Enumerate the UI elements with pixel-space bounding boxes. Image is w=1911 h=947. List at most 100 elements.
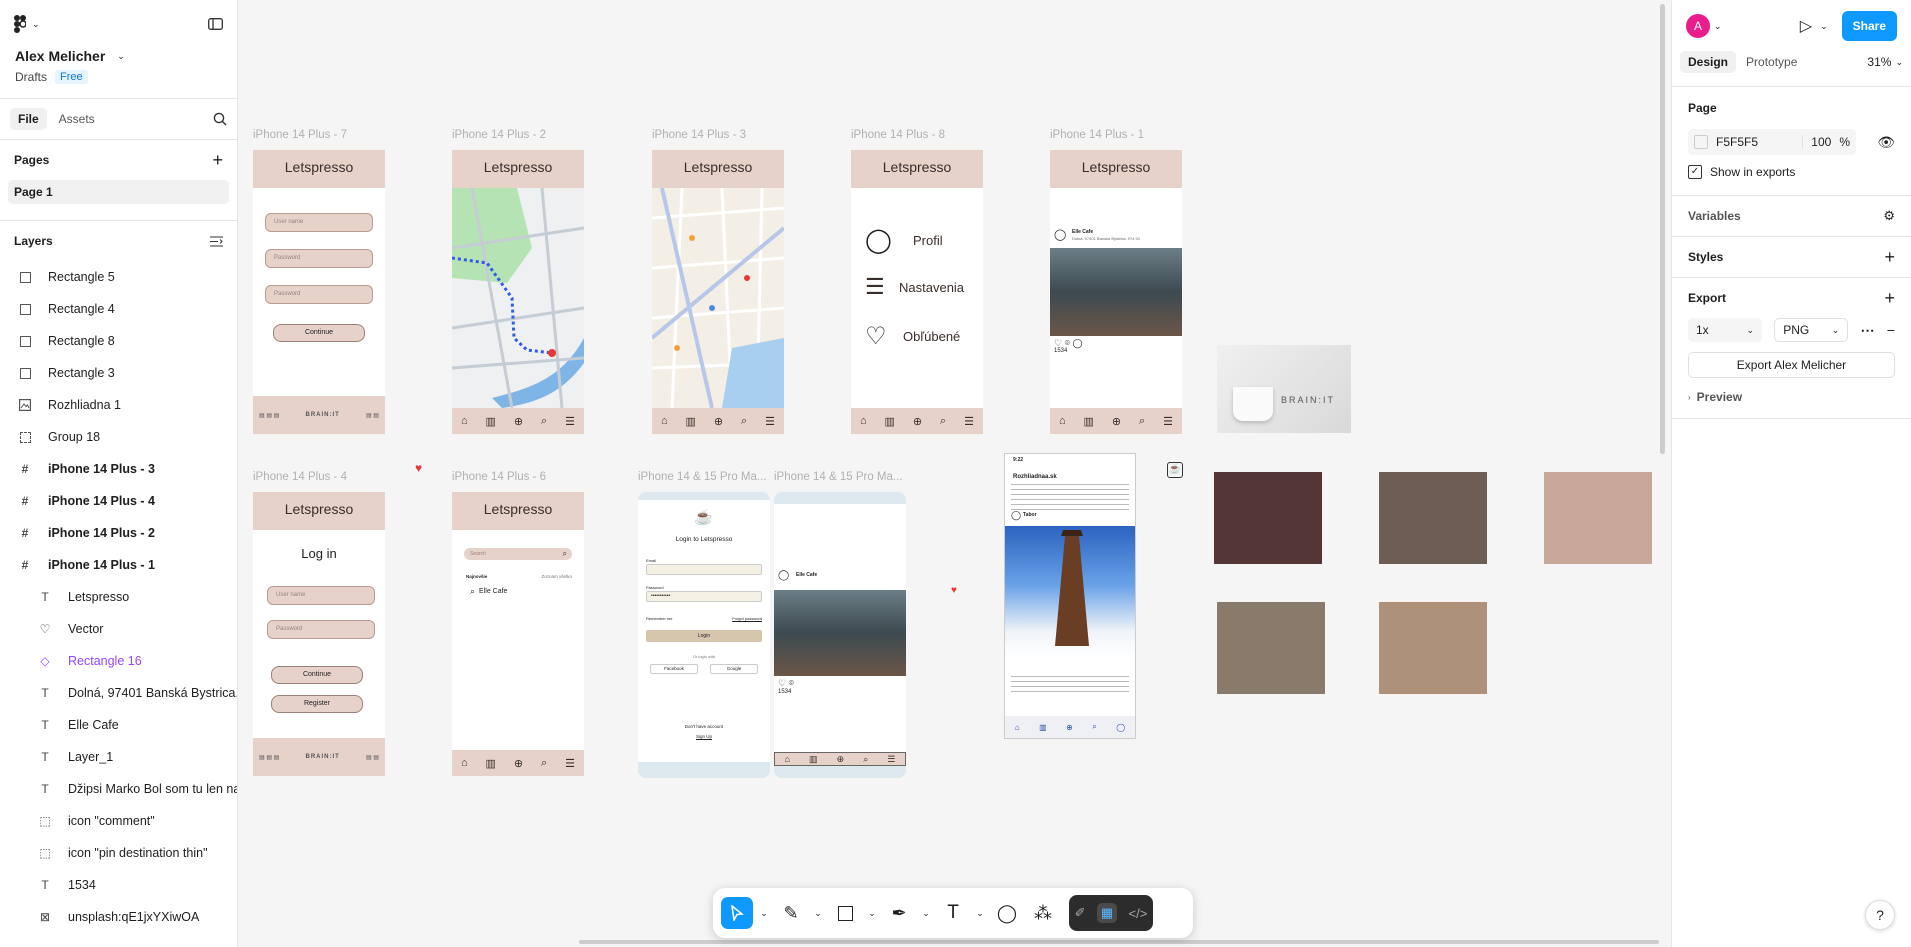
layer-item[interactable]: # iPhone 14 Plus - 1 bbox=[0, 549, 237, 581]
menu-nastavenia[interactable]: ☰ Nastavenia bbox=[865, 274, 964, 300]
layer-item[interactable]: T Elle Cafe bbox=[0, 709, 237, 741]
frame-map-route[interactable]: Letspresso ⌂ ▥ ⊕ ⌕ ☰ bbox=[452, 150, 584, 434]
search-field[interactable]: Search ⌕ bbox=[464, 548, 572, 560]
frame-label[interactable]: iPhone 14 Plus - 3 bbox=[652, 129, 746, 141]
chevron-down-icon[interactable]: ⌄ bbox=[1820, 21, 1828, 32]
show-in-exports[interactable]: ✓ Show in exports bbox=[1688, 165, 1895, 179]
sidebar-toggle-icon[interactable] bbox=[208, 18, 223, 30]
share-button[interactable]: Share bbox=[1841, 11, 1897, 41]
search-result-item[interactable]: ⌕ Elle Cafe bbox=[470, 586, 507, 597]
color-swatch-5[interactable] bbox=[1379, 602, 1487, 694]
home-icon[interactable]: ⌂ bbox=[461, 415, 468, 427]
tab-assets[interactable]: Assets bbox=[47, 108, 107, 130]
draw-mode-icon[interactable]: ✐ bbox=[1075, 905, 1086, 921]
continue-button[interactable]: Continue bbox=[273, 324, 365, 342]
search-icon[interactable]: ⌕ bbox=[741, 415, 747, 428]
chevron-down-icon[interactable]: ⌄ bbox=[811, 908, 825, 919]
layer-item[interactable]: # iPhone 14 Plus - 4 bbox=[0, 485, 237, 517]
home-icon[interactable]: ⌂ bbox=[461, 757, 468, 769]
layer-item[interactable]: T 1534 bbox=[0, 869, 237, 901]
layer-item[interactable]: # iPhone 14 Plus - 2 bbox=[0, 517, 237, 549]
add-icon[interactable]: ⊕ bbox=[1112, 415, 1121, 428]
email-input[interactable] bbox=[646, 564, 762, 575]
login-button[interactable]: Login bbox=[646, 630, 762, 642]
home-icon[interactable]: ⌂ bbox=[860, 415, 867, 427]
layer-item[interactable]: # iPhone 14 Plus - 3 bbox=[0, 453, 237, 485]
tab-design[interactable]: Design bbox=[1680, 51, 1737, 73]
menu-icon[interactable]: ☰ bbox=[565, 757, 575, 770]
frame-label[interactable]: iPhone 14 Plus - 8 bbox=[851, 129, 945, 141]
home-icon[interactable]: ⌂ bbox=[1059, 415, 1066, 427]
layer-item-selected[interactable]: ◇ Rectangle 16 bbox=[0, 645, 237, 677]
menu-icon[interactable]: ☰ bbox=[964, 415, 974, 428]
frame-label[interactable]: iPhone 14 Plus - 2 bbox=[452, 129, 546, 141]
chevron-down-icon[interactable]: ⌄ bbox=[757, 908, 771, 919]
map-icon[interactable]: ▥ bbox=[486, 757, 496, 770]
variables-sliders-icon[interactable]: ⚙ bbox=[1883, 208, 1895, 224]
frame-label[interactable]: iPhone 14 Plus - 4 bbox=[253, 471, 347, 483]
password-field[interactable]: Password bbox=[265, 249, 373, 268]
brainit-image[interactable]: BRAIN:IT bbox=[1217, 345, 1351, 433]
frame-login-continue[interactable]: Letspresso User name Password Password C… bbox=[253, 150, 385, 434]
google-button[interactable]: Google bbox=[710, 664, 758, 674]
design-canvas[interactable]: iPhone 14 Plus - 7 Letspresso User name … bbox=[239, 0, 1671, 947]
frame-label[interactable]: iPhone 14 Plus - 7 bbox=[253, 129, 347, 141]
move-tool[interactable] bbox=[721, 897, 753, 929]
tab-file[interactable]: File bbox=[10, 108, 47, 130]
more-options-icon[interactable]: ⋯ bbox=[1861, 322, 1875, 339]
user-avatar-menu[interactable]: A ⌄ bbox=[1686, 14, 1722, 38]
chevron-down-icon[interactable]: ⌄ bbox=[865, 908, 879, 919]
color-swatch-2[interactable] bbox=[1379, 472, 1487, 564]
rozhliadna-screenshot[interactable]: 9:22 Rozhliadnaa.sk ◯ Tabor ⌂ ▥ ⊕ ⌕ ◯ bbox=[1004, 453, 1136, 739]
export-format-select[interactable]: PNG ⌄ bbox=[1774, 318, 1849, 342]
map-icon[interactable]: ▥ bbox=[686, 415, 696, 428]
home-icon[interactable]: ⌂ bbox=[661, 415, 668, 427]
layer-item[interactable]: ⬚ icon "pin destination thin" bbox=[0, 837, 237, 869]
add-icon[interactable]: ⊕ bbox=[913, 415, 922, 428]
color-swatch-3[interactable] bbox=[1544, 472, 1652, 564]
heart-icon[interactable]: ♥ bbox=[415, 461, 422, 475]
frame-menu[interactable]: Letspresso ◯ Profil ☰ Nastavenia ♡ Obľúbené… bbox=[851, 150, 983, 434]
search-icon[interactable]: ⌕ bbox=[541, 415, 547, 428]
map-icon[interactable]: ▥ bbox=[885, 415, 895, 428]
text-tool-icon[interactable]: T bbox=[937, 902, 969, 924]
add-icon[interactable]: ⊕ bbox=[514, 415, 523, 428]
username-field[interactable]: User name bbox=[267, 586, 375, 605]
collapse-layers-icon[interactable] bbox=[210, 236, 223, 247]
search-icon[interactable]: ⌕ bbox=[940, 415, 946, 428]
logo-icon[interactable]: ☕ bbox=[1167, 462, 1183, 478]
home-icon[interactable]: ⌂ bbox=[785, 754, 790, 764]
home-icon[interactable]: ⌂ bbox=[1015, 723, 1020, 732]
add-icon[interactable]: ⊕ bbox=[514, 757, 523, 770]
username-field[interactable]: User name bbox=[265, 213, 373, 232]
layer-item[interactable]: Group 18 bbox=[0, 421, 237, 453]
menu-profil[interactable]: ◯ Profil bbox=[865, 226, 943, 255]
map-icon[interactable]: ▥ bbox=[1084, 415, 1094, 428]
present-play-icon[interactable]: ▷ bbox=[1800, 16, 1812, 36]
frame-cafe-post[interactable]: Letspresso ◯ Elle Cafe Dolná, 97401 Bans… bbox=[1050, 150, 1182, 434]
eye-icon[interactable]: 👁 bbox=[1877, 134, 1895, 151]
frame-search[interactable]: Letspresso Search ⌕ Najnovšie Zoznam všet… bbox=[452, 492, 584, 776]
add-icon[interactable]: ⊕ bbox=[837, 754, 845, 765]
search-icon[interactable]: ⌕ bbox=[1092, 722, 1096, 732]
register-button[interactable]: Register bbox=[271, 695, 363, 713]
vector-pen-icon[interactable]: ✒ bbox=[883, 903, 915, 924]
help-button[interactable]: ? bbox=[1865, 900, 1895, 930]
menu-icon[interactable]: ☰ bbox=[1163, 415, 1173, 428]
password-field[interactable]: Password bbox=[267, 620, 375, 639]
signup-link[interactable]: Sign Up bbox=[638, 734, 770, 739]
layer-item[interactable]: ♡ Vector bbox=[0, 613, 237, 645]
add-icon[interactable]: ⊕ bbox=[1066, 723, 1073, 732]
add-export-icon[interactable]: + bbox=[1884, 288, 1895, 309]
password-confirm-field[interactable]: Password bbox=[265, 285, 373, 304]
frame-login[interactable]: Letspresso Log in User name Password Con… bbox=[253, 492, 385, 776]
tab-prototype[interactable]: Prototype bbox=[1736, 51, 1807, 73]
remove-export-icon[interactable]: − bbox=[1887, 322, 1895, 338]
frame-label[interactable]: iPhone 14 & 15 Pro Ma... bbox=[774, 471, 903, 483]
frame-label[interactable]: iPhone 14 Plus - 1 bbox=[1050, 129, 1144, 141]
layer-item[interactable]: Rectangle 4 bbox=[0, 293, 237, 325]
menu-icon[interactable]: ☰ bbox=[565, 415, 575, 428]
add-icon[interactable]: ⊕ bbox=[714, 415, 723, 428]
main-menu-button[interactable]: ⌄ bbox=[14, 15, 40, 33]
layer-item[interactable]: TDolná, 97401 Banská Bystrica, 974 bbox=[0, 677, 237, 709]
